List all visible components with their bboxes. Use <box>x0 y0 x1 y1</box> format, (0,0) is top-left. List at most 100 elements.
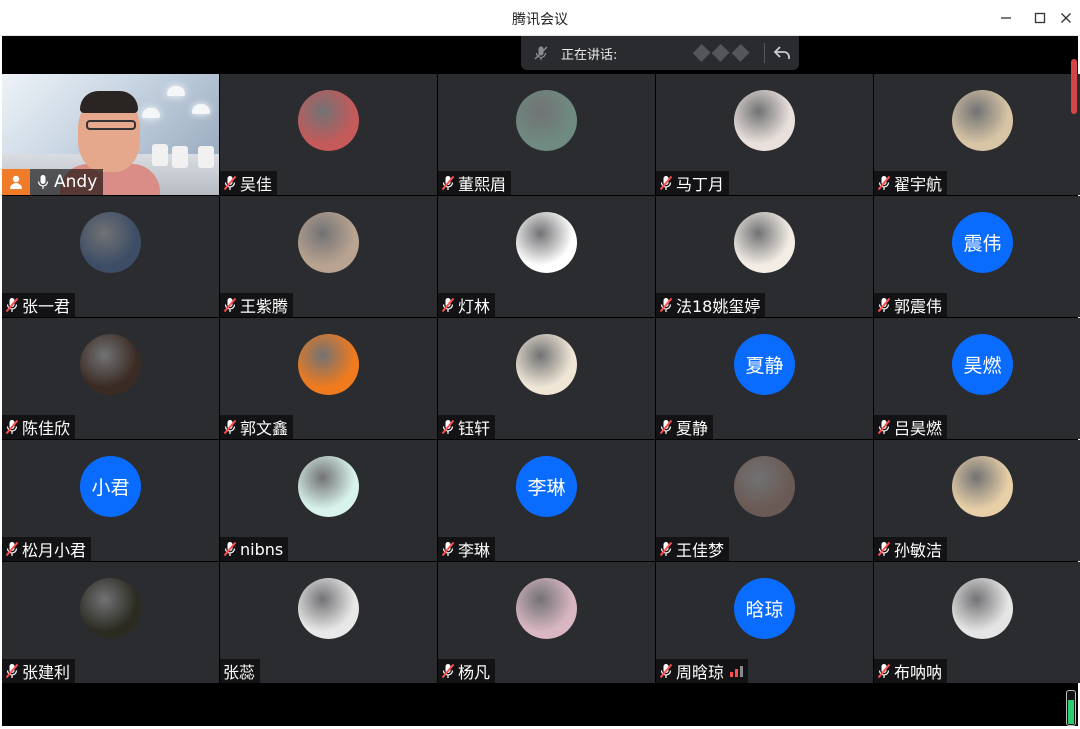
participant-name: 翟宇航 <box>894 175 943 194</box>
signal-strength-icon <box>730 665 744 677</box>
participant-tile[interactable]: 小君松月小君 <box>2 440 219 561</box>
mic-muted-icon <box>659 541 673 557</box>
participant-name: 董熙眉 <box>458 175 507 194</box>
participant-nameplate: 陈佳欣 <box>2 415 76 439</box>
text-avatar: 晗琼 <box>734 578 795 639</box>
participant-nameplate: 张建利 <box>2 659 76 683</box>
return-arrow-icon <box>773 46 790 59</box>
participant-name: 马丁月 <box>676 175 725 194</box>
mic-muted-icon <box>223 419 237 435</box>
photo-avatar <box>734 90 795 151</box>
participant-tile[interactable]: 晗琼周晗琼 <box>656 562 873 683</box>
photo-avatar <box>952 456 1013 517</box>
bottom-bar <box>2 685 1078 726</box>
participant-name: 王紫腾 <box>240 297 289 316</box>
participant-name: 夏静 <box>676 419 709 438</box>
mic-muted-icon <box>877 663 891 679</box>
participant-nameplate: 吕昊燃 <box>874 415 948 439</box>
participant-nameplate: 郭文鑫 <box>220 415 294 439</box>
participant-tile[interactable]: 翟宇航 <box>874 74 1080 195</box>
maximize-button[interactable] <box>1026 4 1054 32</box>
participant-tile[interactable]: 钰轩 <box>438 318 655 439</box>
participant-name: 张蕊 <box>223 663 256 682</box>
photo-avatar <box>734 456 795 517</box>
participant-tile[interactable]: 张建利 <box>2 562 219 683</box>
participant-tile[interactable]: 李琳 李琳 <box>438 440 655 561</box>
participant-tile[interactable]: 杨凡 <box>438 562 655 683</box>
participant-grid: Andy 吴佳 董熙眉 马丁月 翟宇航张一君 王紫腾 灯林 法18姚玺婷 震伟郭震伟陈佳欣 郭文… <box>2 74 1080 685</box>
participant-name: 郭震伟 <box>894 297 943 316</box>
minimize-button[interactable] <box>992 4 1020 32</box>
scrollbar-track[interactable] <box>1070 56 1078 576</box>
mic-muted-icon <box>659 419 673 435</box>
meeting-stage: 正在讲话: Andy 吴佳 董熙眉 马丁月 翟宇航 张一君 王紫腾 灯林 法18… <box>2 36 1080 726</box>
photo-avatar <box>734 212 795 273</box>
participant-nameplate: 郭震伟 <box>874 293 948 317</box>
participant-tile[interactable]: 董熙眉 <box>438 74 655 195</box>
participant-tile[interactable]: 张一君 <box>2 196 219 317</box>
participant-nameplate: 王佳梦 <box>656 537 730 561</box>
participant-name: 松月小君 <box>22 541 87 560</box>
participant-name: 吴佳 <box>240 175 273 194</box>
participant-nameplate: 董熙眉 <box>438 171 512 195</box>
participant-name: 周晗琼 <box>676 663 725 682</box>
photo-avatar <box>298 212 359 273</box>
participant-tile[interactable]: 夏静 夏静 <box>656 318 873 439</box>
participant-nameplate: 布呐呐 <box>874 659 948 683</box>
mic-muted-icon <box>659 297 673 313</box>
participant-tile[interactable]: 昊燃 吕昊燃 <box>874 318 1080 439</box>
participant-name: 陈佳欣 <box>22 419 71 438</box>
minimize-icon <box>1001 17 1011 19</box>
participant-tile[interactable]: 郭文鑫 <box>220 318 437 439</box>
mic-muted-icon <box>659 663 673 679</box>
self-nameplate: Andy <box>2 169 104 195</box>
participant-tile[interactable]: 王佳梦 <box>656 440 873 561</box>
mic-muted-icon <box>877 297 891 313</box>
photo-avatar <box>298 334 359 395</box>
participant-tile[interactable]: 灯林 <box>438 196 655 317</box>
text-avatar: 小君 <box>80 456 141 517</box>
photo-avatar <box>952 90 1013 151</box>
photo-avatar <box>516 334 577 395</box>
divider <box>764 43 765 63</box>
participant-name: nibns <box>240 539 284 559</box>
participant-name: 法18姚玺婷 <box>676 297 761 316</box>
title-bar: 腾讯会议 <box>0 0 1080 36</box>
audio-level-meter <box>1066 690 1076 726</box>
participant-tile[interactable]: 孙敏洁 <box>874 440 1080 561</box>
participant-nameplate: 孙敏洁 <box>874 537 948 561</box>
participant-tile[interactable]: 陈佳欣 <box>2 318 219 439</box>
participant-nameplate: 马丁月 <box>656 171 730 195</box>
collapse-button[interactable] <box>771 42 793 64</box>
close-button[interactable] <box>1052 4 1080 32</box>
participant-tile[interactable]: 布呐呐 <box>874 562 1080 683</box>
participant-tile[interactable]: 吴佳 <box>220 74 437 195</box>
mic-muted-icon <box>441 541 455 557</box>
participant-tile[interactable]: 震伟郭震伟 <box>874 196 1080 317</box>
participant-tile[interactable]: nibns <box>220 440 437 561</box>
mic-muted-icon <box>441 663 455 679</box>
participant-tile[interactable]: 王紫腾 <box>220 196 437 317</box>
photo-avatar <box>516 90 577 151</box>
participant-nameplate: 王紫腾 <box>220 293 294 317</box>
self-video-tile[interactable]: Andy <box>2 74 219 195</box>
participant-nameplate: 吴佳 <box>220 171 278 195</box>
mic-muted-icon <box>5 663 19 679</box>
mic-muted-icon <box>5 297 19 313</box>
text-avatar: 震伟 <box>952 212 1013 273</box>
photo-avatar <box>298 90 359 151</box>
participant-tile[interactable]: 张蕊 <box>220 562 437 683</box>
participant-tile[interactable]: 法18姚玺婷 <box>656 196 873 317</box>
participant-name: 灯林 <box>458 297 491 316</box>
host-person-icon <box>2 169 30 195</box>
mic-muted-icon <box>659 175 673 191</box>
mic-muted-icon <box>223 541 237 557</box>
mic-muted-icon <box>441 175 455 191</box>
photo-avatar <box>80 578 141 639</box>
participant-nameplate: 翟宇航 <box>874 171 948 195</box>
scrollbar-thumb[interactable] <box>1071 59 1077 114</box>
participant-nameplate: 松月小君 <box>2 537 92 561</box>
window-title: 腾讯会议 <box>512 12 568 28</box>
participant-tile[interactable]: 马丁月 <box>656 74 873 195</box>
photo-avatar <box>80 212 141 273</box>
